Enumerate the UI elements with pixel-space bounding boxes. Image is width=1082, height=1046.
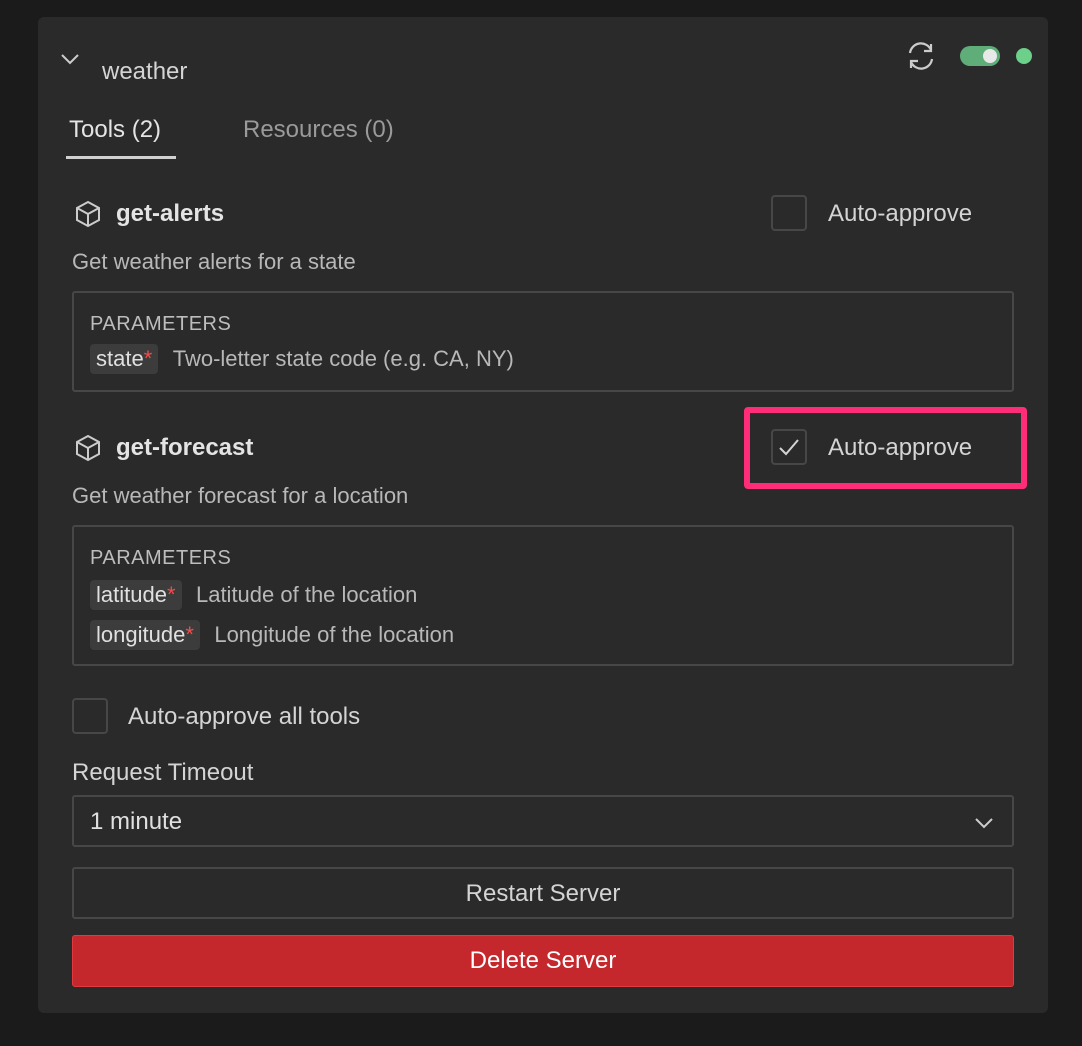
server-name: weather <box>102 58 188 85</box>
parameter-description: Latitude of the location <box>195 582 418 607</box>
active-tab-underline <box>66 156 176 159</box>
tab-resources[interactable]: Resources (0) <box>243 115 394 145</box>
parameter-description: Longitude of the location <box>214 622 455 647</box>
parameters-box: PARAMETERS latitude* Latitude of the loc… <box>72 525 1014 666</box>
auto-approve-label[interactable]: Auto-approve <box>828 199 972 229</box>
parameter-name-chip: state* <box>90 344 159 374</box>
tool-name: get-forecast <box>116 434 254 461</box>
chevron-down-icon[interactable] <box>58 47 82 71</box>
delete-server-button[interactable]: Delete Server <box>72 935 1014 987</box>
parameter-description: Two-letter state code (e.g. CA, NY) <box>172 346 514 371</box>
request-timeout-value: 1 minute <box>90 808 183 835</box>
refresh-icon[interactable] <box>904 39 938 73</box>
tool-description: Get weather forecast for a location <box>72 483 409 508</box>
auto-approve-all-checkbox[interactable] <box>72 698 108 734</box>
parameter-row: longitude* Longitude of the location <box>90 620 454 650</box>
tool-description: Get weather alerts for a state <box>72 249 356 274</box>
cube-icon <box>76 434 100 462</box>
chevron-down-icon <box>975 818 993 829</box>
parameter-name-chip: longitude* <box>90 620 200 650</box>
toggle-knob <box>983 49 997 63</box>
parameter-row: latitude* Latitude of the location <box>90 580 417 610</box>
parameter-row: state* Two-letter state code (e.g. CA, N… <box>90 344 514 374</box>
request-timeout-label: Request Timeout <box>72 759 254 786</box>
request-timeout-select[interactable]: 1 minute <box>72 795 1014 847</box>
server-panel: weather Tools (2) Resources (0) get-aler… <box>38 17 1048 1013</box>
parameters-heading: PARAMETERS <box>90 313 232 335</box>
tool-name: get-alerts <box>116 200 225 227</box>
parameter-name-chip: latitude* <box>90 580 182 610</box>
cube-icon <box>76 200 100 228</box>
restart-server-button[interactable]: Restart Server <box>72 867 1014 919</box>
auto-approve-checkbox-get-alerts[interactable] <box>771 195 807 231</box>
status-indicator-dot <box>1016 48 1032 64</box>
highlight-annotation-box <box>744 407 1027 489</box>
parameters-box: PARAMETERS state* Two-letter state code … <box>72 291 1014 392</box>
parameters-heading: PARAMETERS <box>90 547 232 569</box>
auto-approve-all-label[interactable]: Auto-approve all tools <box>128 702 360 732</box>
tab-tools[interactable]: Tools (2) <box>69 115 161 145</box>
server-enable-toggle[interactable] <box>960 46 1000 66</box>
